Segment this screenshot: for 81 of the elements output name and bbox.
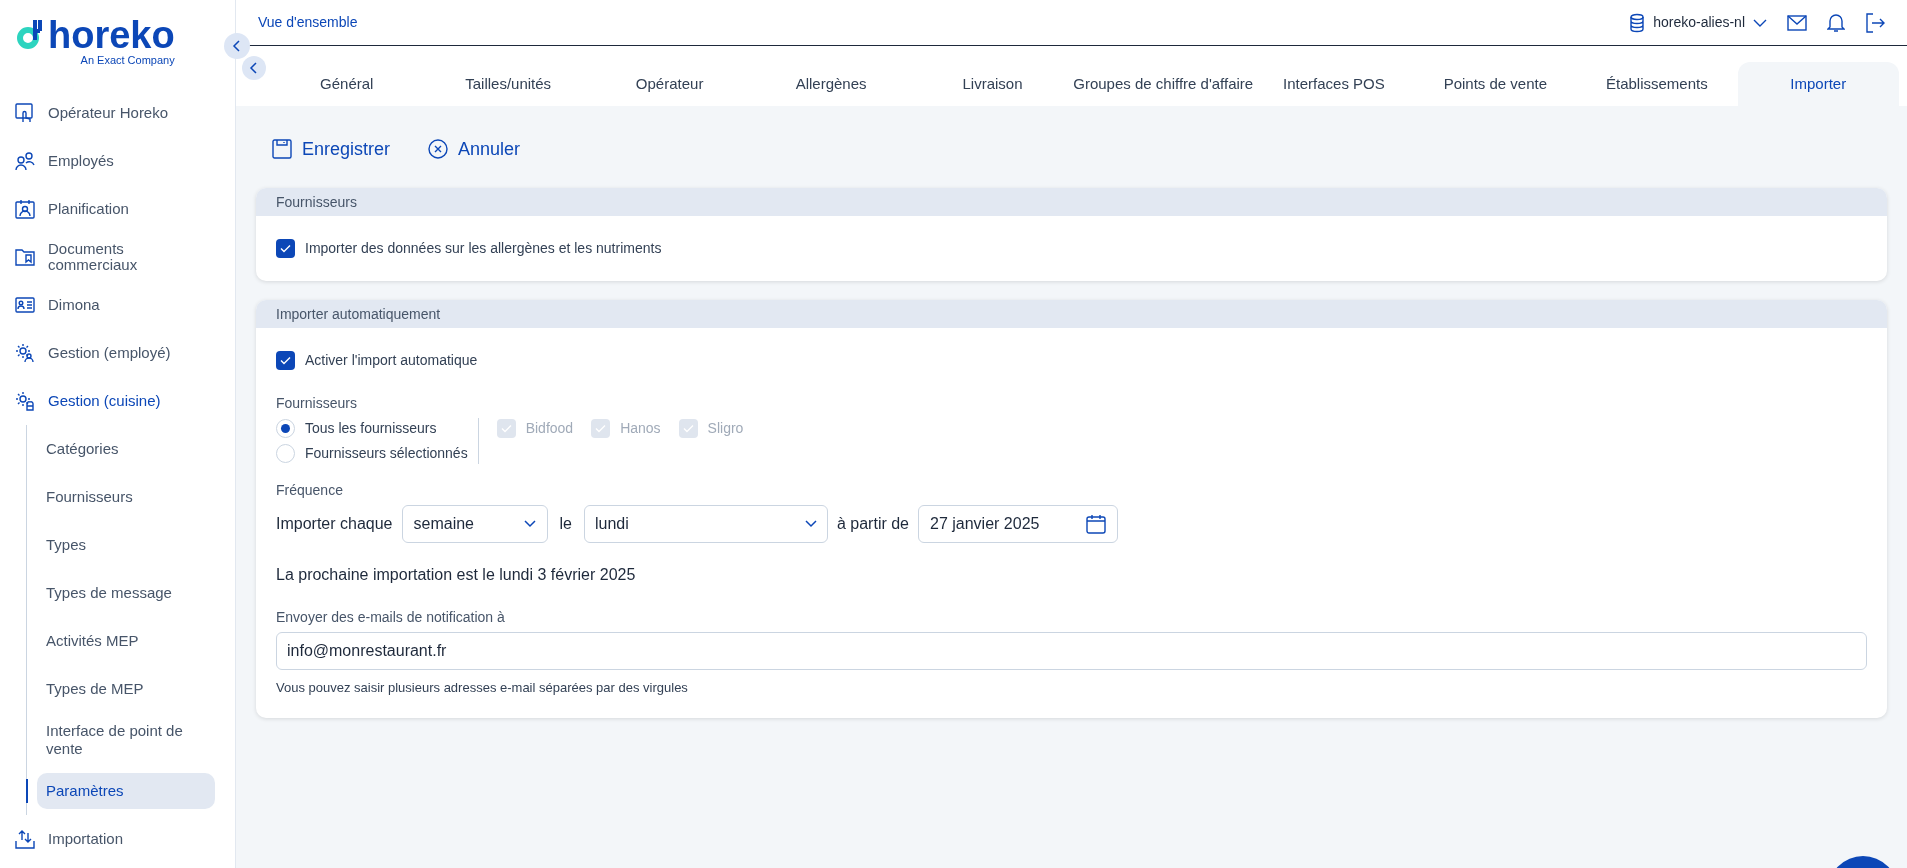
field-label: Fournisseurs xyxy=(276,394,358,413)
cancel-button[interactable]: Annuler xyxy=(428,135,521,163)
chevron-left-icon xyxy=(232,40,242,52)
period-select[interactable]: semaine xyxy=(401,505,548,543)
checkbox-label: Importer des données sur les allergènes et les nutriments xyxy=(305,239,662,258)
sidebar-item[interactable]: Opérateur Horeko xyxy=(0,89,235,137)
checkbox-label: Bidfood xyxy=(525,419,574,438)
sidebar-subitem[interactable]: Activités MEP xyxy=(37,623,215,659)
logo-icon xyxy=(16,18,44,50)
logo-wordmark: horeko xyxy=(48,16,175,54)
folder-icon xyxy=(15,247,35,267)
tab[interactable]: Livraison xyxy=(911,62,1074,106)
database-selector[interactable]: horeko-alies-nl xyxy=(1629,12,1767,33)
tab[interactable]: Points de vente xyxy=(1414,62,1577,106)
database-icon xyxy=(1629,12,1646,33)
chevron-left-icon xyxy=(249,62,259,74)
field-label: Fréquence xyxy=(276,481,344,500)
checkmark-icon xyxy=(595,424,607,433)
tab[interactable]: Général xyxy=(266,62,428,106)
checkmark-icon xyxy=(682,424,694,433)
id-card-icon xyxy=(15,295,35,315)
checkbox-label: Sligro xyxy=(707,419,744,438)
calendar-icon xyxy=(1086,514,1106,534)
date-field[interactable]: 27 janvier 2025 xyxy=(918,505,1118,543)
checkmark-icon xyxy=(280,356,291,365)
chevron-down-icon xyxy=(804,520,817,528)
sidebar-item[interactable]: Documents commerciaux xyxy=(0,233,235,281)
sidebar-subitem[interactable]: Types de MEP xyxy=(37,671,215,707)
card-title: Importer automatiquement xyxy=(276,304,441,324)
people-icon xyxy=(15,151,35,171)
sidebar-item[interactable]: Gestion (cuisine) xyxy=(0,377,235,425)
breadcrumb[interactable]: Vue d'ensemble xyxy=(258,12,358,33)
checkbox-label: Hanos xyxy=(620,419,661,438)
sentence-label: Importer chaque xyxy=(276,514,393,534)
radio-label: Tous les fournisseurs xyxy=(305,419,437,438)
tab[interactable]: Importer xyxy=(1737,62,1899,106)
checkmark-icon xyxy=(280,244,291,253)
sidebar-item[interactable]: Planification xyxy=(0,185,235,233)
sidebar-item[interactable]: Employés xyxy=(0,137,235,185)
tab[interactable]: Tailles/unités xyxy=(427,62,589,106)
sidebar-subitem[interactable]: Paramètres xyxy=(37,773,215,809)
checkbox-label: Activer l'import automatique xyxy=(305,351,478,370)
chevron-down-icon xyxy=(523,520,536,528)
checkmark-icon xyxy=(500,424,512,433)
calendar-person-icon xyxy=(15,199,35,219)
tab[interactable]: Opérateur xyxy=(588,62,751,106)
checkbox[interactable] xyxy=(276,351,295,370)
gear-chef-icon xyxy=(15,391,35,411)
sidebar-item[interactable]: Dimona xyxy=(0,281,235,329)
import-export-icon xyxy=(15,829,35,849)
chevron-down-icon xyxy=(1753,18,1767,27)
bell-icon[interactable] xyxy=(1827,12,1845,33)
sentence-label: le xyxy=(558,514,573,534)
logo-tagline: An Exact Company xyxy=(80,54,175,67)
tab[interactable]: Interfaces POS xyxy=(1253,62,1415,106)
mail-icon[interactable] xyxy=(1787,14,1807,31)
tab[interactable]: Établissements xyxy=(1576,62,1738,106)
sidebar-item[interactable]: Gestion (employé) xyxy=(0,329,235,377)
sidebar-subitem[interactable]: Fournisseurs xyxy=(37,479,215,515)
radio-label: Fournisseurs sélectionnés xyxy=(305,444,468,463)
sidebar-subitem[interactable]: Catégories xyxy=(37,431,215,467)
sidebar-item[interactable]: Importation xyxy=(0,815,235,863)
hint-text: Vous pouvez saisir plusieurs adresses e-mail séparées par des virgules xyxy=(276,679,689,697)
close-icon xyxy=(428,139,449,159)
day-select[interactable]: lundi xyxy=(583,505,828,543)
gear-person-icon xyxy=(15,343,35,363)
scroll-tabs-left-button[interactable] xyxy=(242,56,266,80)
sidebar-subitem[interactable]: Interface de point de vente xyxy=(37,713,215,767)
next-import-text: La prochaine importation est le lundi 3 février 2025 xyxy=(276,565,637,585)
sentence-label: à partir de xyxy=(836,514,909,534)
hand-pointer-icon xyxy=(15,103,35,123)
checkbox[interactable] xyxy=(276,239,295,258)
email-input-field[interactable]: info@monrestaurant.fr xyxy=(276,632,1867,670)
sidebar-subitem[interactable]: Types xyxy=(37,527,215,563)
tab[interactable]: Allergènes xyxy=(750,62,912,106)
field-label: Envoyer des e-mails de notification à xyxy=(276,608,506,627)
sidebar-subitem[interactable]: Types de message xyxy=(37,575,215,611)
tab[interactable]: Groupes de chiffre d'affaire xyxy=(1073,62,1254,106)
save-button[interactable]: Enregistrer xyxy=(272,135,391,163)
logout-icon[interactable] xyxy=(1865,12,1885,33)
card-title: Fournisseurs xyxy=(276,192,357,212)
